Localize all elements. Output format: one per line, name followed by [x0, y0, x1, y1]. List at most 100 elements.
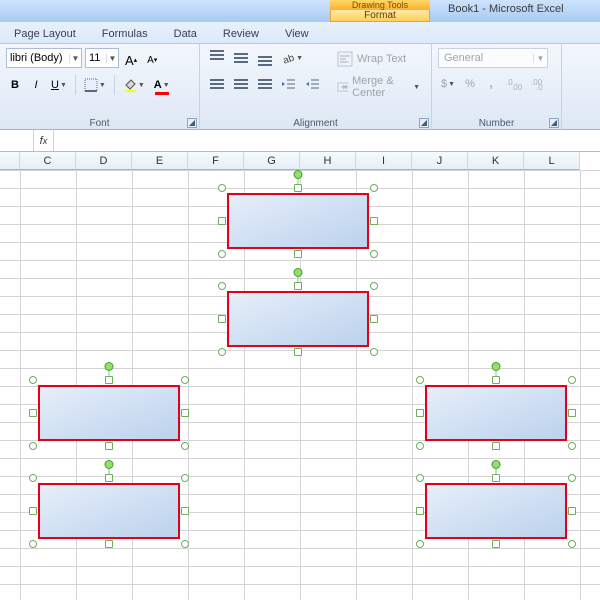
rotation-handle[interactable]	[105, 362, 114, 371]
resize-handle[interactable]	[370, 282, 378, 290]
resize-handle[interactable]	[181, 540, 189, 548]
number-dialog-launcher[interactable]: ◢	[549, 118, 559, 128]
fill-color-button[interactable]: ▼	[120, 75, 148, 95]
shape-1[interactable]	[222, 188, 374, 254]
chevron-down-icon[interactable]: ▼	[69, 54, 81, 63]
increase-indent-button[interactable]	[302, 74, 324, 94]
cells-area[interactable]	[0, 170, 600, 600]
fx-icon[interactable]: fx	[34, 130, 54, 151]
decrease-font-button[interactable]: A▾	[143, 50, 161, 70]
font-family-input[interactable]	[7, 49, 69, 67]
resize-handle[interactable]	[181, 409, 189, 417]
chevron-down-icon[interactable]: ▼	[106, 54, 118, 63]
resize-handle[interactable]	[218, 217, 226, 225]
align-top-button[interactable]	[206, 48, 228, 68]
resize-handle[interactable]	[492, 540, 500, 548]
tab-format[interactable]: Format	[330, 10, 430, 22]
increase-font-button[interactable]: A▴	[122, 50, 140, 70]
resize-handle[interactable]	[568, 409, 576, 417]
font-size-combo[interactable]: ▼	[85, 48, 119, 68]
wrap-text-button[interactable]: Wrap Text	[332, 48, 425, 70]
col-header-J[interactable]: J	[412, 152, 468, 170]
rotation-handle[interactable]	[105, 460, 114, 469]
rotation-handle[interactable]	[294, 170, 303, 179]
resize-handle[interactable]	[370, 315, 378, 323]
tab-review[interactable]: Review	[219, 25, 263, 43]
comma-button[interactable]: ,	[482, 74, 500, 94]
resize-handle[interactable]	[105, 474, 113, 482]
resize-handle[interactable]	[105, 376, 113, 384]
resize-handle[interactable]	[568, 442, 576, 450]
col-header-I[interactable]: I	[356, 152, 412, 170]
resize-handle[interactable]	[568, 540, 576, 548]
resize-handle[interactable]	[370, 250, 378, 258]
align-right-button[interactable]	[254, 74, 276, 94]
resize-handle[interactable]	[294, 250, 302, 258]
font-color-button[interactable]: A▼	[151, 75, 173, 95]
percent-button[interactable]: %	[461, 74, 479, 94]
currency-button[interactable]: $▼	[438, 74, 458, 94]
resize-handle[interactable]	[568, 507, 576, 515]
tab-formulas[interactable]: Formulas	[98, 25, 152, 43]
resize-handle[interactable]	[416, 442, 424, 450]
col-header-L[interactable]: L	[524, 152, 580, 170]
col-header-E[interactable]: E	[132, 152, 188, 170]
orientation-button[interactable]: ab▼	[278, 48, 306, 68]
resize-handle[interactable]	[492, 474, 500, 482]
col-header-K[interactable]: K	[468, 152, 524, 170]
increase-decimal-button[interactable]: .0.00	[503, 74, 525, 94]
alignment-dialog-launcher[interactable]: ◢	[419, 118, 429, 128]
rectangle-shape[interactable]	[38, 483, 180, 539]
resize-handle[interactable]	[218, 250, 226, 258]
resize-handle[interactable]	[294, 282, 302, 290]
shape-3[interactable]	[33, 380, 185, 446]
resize-handle[interactable]	[105, 540, 113, 548]
merge-center-button[interactable]: Merge & Center▼	[332, 76, 425, 98]
resize-handle[interactable]	[29, 376, 37, 384]
resize-handle[interactable]	[370, 217, 378, 225]
align-left-button[interactable]	[206, 74, 228, 94]
shape-6[interactable]	[420, 478, 572, 544]
resize-handle[interactable]	[370, 348, 378, 356]
rotation-handle[interactable]	[294, 268, 303, 277]
resize-handle[interactable]	[370, 184, 378, 192]
resize-handle[interactable]	[294, 184, 302, 192]
bold-button[interactable]: B	[6, 75, 24, 95]
resize-handle[interactable]	[416, 409, 424, 417]
resize-handle[interactable]	[416, 376, 424, 384]
resize-handle[interactable]	[294, 348, 302, 356]
number-format-combo[interactable]: General ▼	[438, 48, 548, 68]
resize-handle[interactable]	[492, 442, 500, 450]
resize-handle[interactable]	[29, 442, 37, 450]
resize-handle[interactable]	[181, 442, 189, 450]
shape-2[interactable]	[222, 286, 374, 352]
rotation-handle[interactable]	[492, 362, 501, 371]
col-header-D[interactable]: D	[76, 152, 132, 170]
decrease-indent-button[interactable]	[278, 74, 300, 94]
decrease-decimal-button[interactable]: .00.0	[528, 74, 550, 94]
resize-handle[interactable]	[29, 540, 37, 548]
col-header-F[interactable]: F	[188, 152, 244, 170]
underline-button[interactable]: U▼	[48, 75, 70, 95]
col-header-partial[interactable]	[0, 152, 20, 170]
tab-view[interactable]: View	[281, 25, 313, 43]
shape-4[interactable]	[420, 380, 572, 446]
font-family-combo[interactable]: ▼	[6, 48, 82, 68]
resize-handle[interactable]	[416, 507, 424, 515]
italic-button[interactable]: I	[27, 75, 45, 95]
rectangle-shape[interactable]	[227, 193, 369, 249]
rectangle-shape[interactable]	[425, 483, 567, 539]
tab-page-layout[interactable]: Page Layout	[10, 25, 80, 43]
resize-handle[interactable]	[218, 282, 226, 290]
resize-handle[interactable]	[29, 474, 37, 482]
align-center-button[interactable]	[230, 74, 252, 94]
border-button[interactable]: ▼	[81, 75, 109, 95]
col-header-H[interactable]: H	[300, 152, 356, 170]
resize-handle[interactable]	[218, 184, 226, 192]
worksheet-grid[interactable]: CDEFGHIJKL	[0, 152, 600, 600]
resize-handle[interactable]	[568, 376, 576, 384]
rectangle-shape[interactable]	[38, 385, 180, 441]
chevron-down-icon[interactable]: ▼	[533, 54, 547, 63]
resize-handle[interactable]	[105, 442, 113, 450]
col-header-G[interactable]: G	[244, 152, 300, 170]
